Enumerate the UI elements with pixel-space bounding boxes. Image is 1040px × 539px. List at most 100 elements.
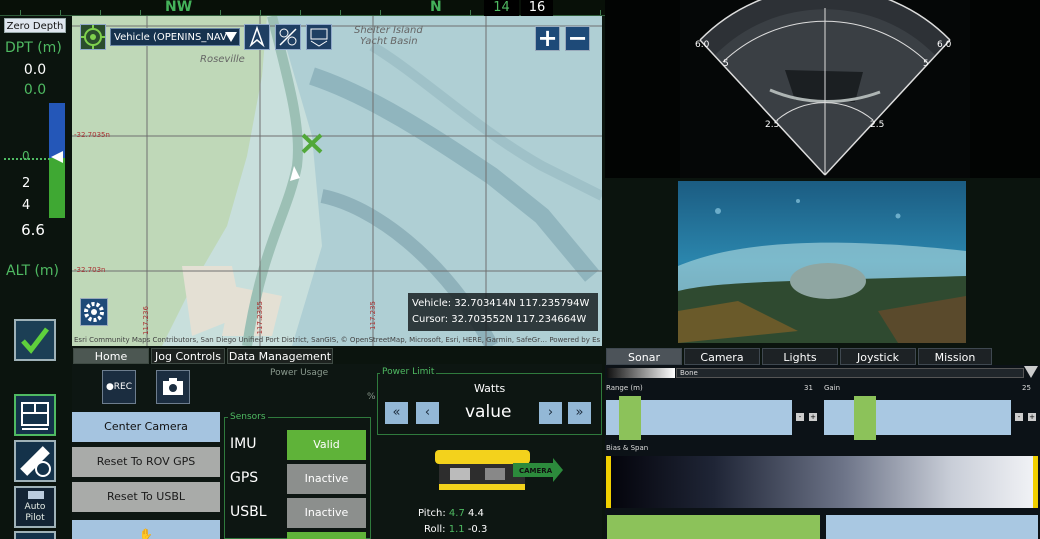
bias-span-gradient[interactable] <box>606 456 1038 508</box>
gain-slider[interactable] <box>824 396 1011 440</box>
palette-dropdown-icon[interactable] <box>1024 366 1038 378</box>
double-chevron-left-icon: « <box>392 405 401 420</box>
dpt-value-2: 0.0 <box>23 82 47 98</box>
north-up-button[interactable] <box>244 24 270 50</box>
gain-label: Gain <box>824 384 841 392</box>
record-label: ●REC <box>105 382 133 392</box>
gain-decrease-button[interactable]: - <box>1015 413 1023 421</box>
power-usage-label: Power Usage <box>270 368 329 378</box>
map-view[interactable]: Vehicle (OPENINS_NAV + − Roseville Shelt… <box>72 16 602 346</box>
locate-button[interactable] <box>80 24 106 50</box>
sonar-view[interactable]: 6.0 6.0 5 5 2.5 2.5 <box>605 0 1040 178</box>
sensors-title: Sensors <box>228 412 268 422</box>
depth-scale-0: 0 <box>22 149 30 163</box>
zoom-out-button[interactable]: − <box>565 26 590 51</box>
record-button[interactable]: ●REC <box>102 370 136 404</box>
map-lon-label-1: 117.236 <box>142 306 150 335</box>
vehicle-select-value: Vehicle (OPENINS_NAV <box>114 32 227 43</box>
tab-camera[interactable]: Camera <box>684 348 760 365</box>
power-increase-fast-button[interactable]: » <box>568 402 591 424</box>
map-place-shelter-island: Shelter Island <box>354 25 423 36</box>
map-lat-label-2: -32.703n <box>74 266 106 274</box>
vehicle-select[interactable]: Vehicle (OPENINS_NAV <box>110 28 240 46</box>
range-slider[interactable] <box>606 396 792 440</box>
waypoint-button[interactable] <box>275 24 301 50</box>
power-decrease-button[interactable]: ‹ <box>416 402 439 424</box>
tab-mission[interactable]: Mission <box>918 348 992 365</box>
autopilot-button[interactable]: Auto Pilot <box>14 486 56 528</box>
gain-slider-thumb[interactable] <box>854 396 876 440</box>
reset-rov-gps-button[interactable]: Reset To ROV GPS <box>72 447 220 477</box>
map-settings-button[interactable] <box>80 298 108 326</box>
tab-joystick-gains[interactable]: Joystick Gains <box>840 348 916 381</box>
sonar-range-5-left: 5 <box>723 59 729 69</box>
depth-bar <box>49 103 65 218</box>
sensor-status-usbl: Inactive <box>287 498 366 528</box>
map-place-yacht-basin: Yacht Basin <box>360 36 418 47</box>
dpt-value-1: 0.0 <box>23 62 47 78</box>
vehicle-coordinates: Vehicle: 32.703414N 117.235794W <box>412 298 590 309</box>
gear-icon <box>84 302 104 322</box>
zoom-in-button[interactable]: + <box>535 26 560 51</box>
bias-handle[interactable] <box>606 456 611 508</box>
tab-sonar[interactable]: Sonar <box>606 348 682 365</box>
center-camera-button[interactable]: Center Camera <box>72 412 220 442</box>
alt-label: ALT (m) <box>6 263 60 279</box>
map-attribution: Esri Community Maps Contributors, San Di… <box>74 336 600 344</box>
tab-data-management[interactable]: Data Management <box>227 348 333 364</box>
tab-home[interactable]: Home <box>73 348 149 364</box>
tab-jog-controls[interactable]: Jog Controls <box>151 348 225 364</box>
heading-label-nw: NW <box>165 0 193 15</box>
range-increase-button[interactable]: + <box>809 413 817 421</box>
coordinate-readout: Vehicle: 32.703414N 117.235794W Cursor: … <box>408 293 598 331</box>
power-increase-button[interactable]: › <box>539 402 562 424</box>
power-limit-title: Power Limit <box>380 367 437 377</box>
measure-button[interactable] <box>14 440 56 482</box>
roll-label: Roll: <box>424 524 446 535</box>
layout-icon <box>21 402 49 430</box>
sonar-range-5-right: 5 <box>923 59 929 69</box>
minus-icon: − <box>567 24 588 52</box>
chevron-right-icon: › <box>547 405 554 420</box>
gain-increase-button[interactable]: + <box>1028 413 1036 421</box>
camera-feed <box>678 181 966 343</box>
reset-usbl-button[interactable]: Reset To USBL <box>72 482 220 512</box>
palette-swatch <box>607 368 675 378</box>
palette-select[interactable]: Bone <box>676 368 1024 378</box>
tab-lights[interactable]: Lights <box>762 348 838 365</box>
layers-button[interactable] <box>306 24 332 50</box>
span-handle[interactable] <box>1033 456 1038 508</box>
pitch-readout: Pitch: 4.7 4.4 <box>418 508 484 519</box>
range-slider-thumb[interactable] <box>619 396 641 440</box>
power-decrease-fast-button[interactable]: « <box>385 402 408 424</box>
hand-button[interactable]: ✋ <box>72 520 220 539</box>
map-lon-label-2: 117.2355 <box>256 301 264 335</box>
map-lat-label-1: -32.7035n <box>74 131 110 139</box>
depth-scale-4: 4 <box>22 198 31 213</box>
roll-value-a: 1.1 <box>448 524 465 535</box>
sonar-range-6-right: 6.0 <box>937 40 952 50</box>
layout-button[interactable] <box>14 394 56 436</box>
zero-depth-button[interactable]: Zero Depth <box>4 18 66 33</box>
sonar-range-2-5-right: 2.5 <box>870 120 885 130</box>
camera-view[interactable] <box>678 181 966 343</box>
sonar-action-button-right[interactable] <box>826 515 1038 539</box>
sonar-action-button-left[interactable] <box>607 515 820 539</box>
bottom-partial-button[interactable] <box>14 531 56 539</box>
depth-reading: 6.6 <box>21 221 45 239</box>
check-icon <box>21 327 49 354</box>
bias-span-label: Bias & Span <box>606 444 649 452</box>
chevron-left-icon: ‹ <box>424 405 431 420</box>
double-chevron-right-icon: » <box>575 405 584 420</box>
chevron-down-icon <box>225 32 237 42</box>
sensor-name-gps: GPS <box>230 470 259 486</box>
snapshot-button[interactable] <box>156 370 190 404</box>
sonar-settings-panel <box>605 365 1040 539</box>
sensor-status-extra <box>287 532 366 539</box>
range-label: Range (m) <box>606 384 643 392</box>
confirm-button[interactable] <box>14 319 56 361</box>
pitch-value-b: 4.4 <box>468 508 484 519</box>
roll-readout: Roll: 1.1 -0.3 <box>424 524 487 535</box>
range-decrease-button[interactable]: - <box>796 413 804 421</box>
north-arrow-icon <box>249 25 265 48</box>
